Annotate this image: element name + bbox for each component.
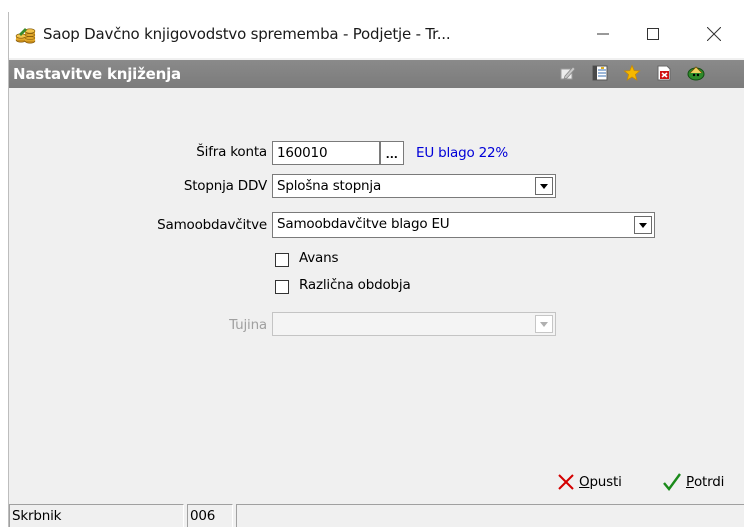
edit-icon	[559, 64, 577, 85]
chevron-down-icon	[539, 316, 549, 332]
account-code-label: Šifra konta	[196, 144, 267, 160]
status-code: 006	[187, 504, 233, 527]
coins-icon	[15, 24, 37, 46]
checkmark-icon	[662, 472, 682, 492]
self-taxation-value: Samoobdavčitve blago EU	[277, 216, 450, 232]
vat-rate-select[interactable]: Splošna stopnja	[272, 174, 556, 198]
cancel-mnemonic: O	[579, 474, 590, 490]
confirm-label: otrdi	[693, 474, 725, 490]
chevron-down-icon	[539, 178, 549, 194]
status-extra	[236, 504, 744, 527]
cancel-button[interactable]: Opusti	[557, 470, 622, 494]
foreign-select	[272, 312, 556, 336]
section-header: Nastavitve knjiženja	[9, 60, 744, 88]
list-button[interactable]	[589, 64, 611, 84]
vat-rate-value: Splošna stopnja	[277, 178, 382, 194]
vat-rate-label: Stopnja DDV	[183, 178, 267, 194]
advance-label: Avans	[299, 250, 339, 266]
confirm-button[interactable]: Potrdi	[662, 470, 724, 494]
self-taxation-select[interactable]: Samoobdavčitve blago EU	[272, 212, 655, 238]
self-taxation-dropdown-button[interactable]	[634, 216, 652, 234]
chevron-down-icon	[638, 217, 648, 233]
close-icon	[706, 26, 722, 44]
title-bar: Saop Davčno knjigovodstvo sprememba - Po…	[9, 12, 744, 58]
close-button[interactable]	[691, 20, 737, 50]
star-icon	[623, 63, 641, 85]
status-bar: Skrbnik 006	[9, 502, 744, 527]
dialog-window: Saop Davčno knjigovodstvo sprememba - Po…	[8, 12, 744, 527]
different-periods-label: Različna obdobja	[299, 277, 411, 293]
edit-button[interactable]	[557, 64, 579, 84]
account-browse-button[interactable]: ...	[380, 141, 404, 165]
different-periods-checkbox[interactable]	[275, 280, 289, 294]
foreign-label: Tujina	[229, 317, 267, 333]
exit-button[interactable]	[685, 64, 707, 84]
foreign-dropdown-button	[535, 315, 553, 333]
favorite-button[interactable]	[621, 63, 643, 85]
delete-icon	[655, 64, 673, 85]
maximize-button[interactable]	[630, 20, 676, 50]
status-user: Skrbnik	[9, 504, 184, 527]
list-icon	[591, 64, 609, 85]
cancel-label: pusti	[589, 474, 622, 490]
section-title: Nastavitve knjiženja	[13, 65, 181, 83]
account-code-input[interactable]: 160010	[272, 141, 380, 165]
exit-icon	[686, 64, 706, 85]
close-icon	[557, 473, 575, 491]
self-taxation-label: Samoobdavčitve	[157, 217, 267, 233]
window-title: Saop Davčno knjigovodstvo sprememba - Po…	[43, 25, 451, 43]
minimize-icon	[597, 28, 609, 43]
vat-rate-dropdown-button[interactable]	[535, 177, 553, 195]
minimize-button[interactable]	[580, 20, 626, 50]
account-description: EU blago 22%	[416, 145, 509, 161]
confirm-mnemonic: P	[686, 474, 694, 490]
maximize-icon	[647, 27, 659, 43]
advance-checkbox[interactable]	[275, 253, 289, 267]
delete-button[interactable]	[653, 64, 675, 84]
